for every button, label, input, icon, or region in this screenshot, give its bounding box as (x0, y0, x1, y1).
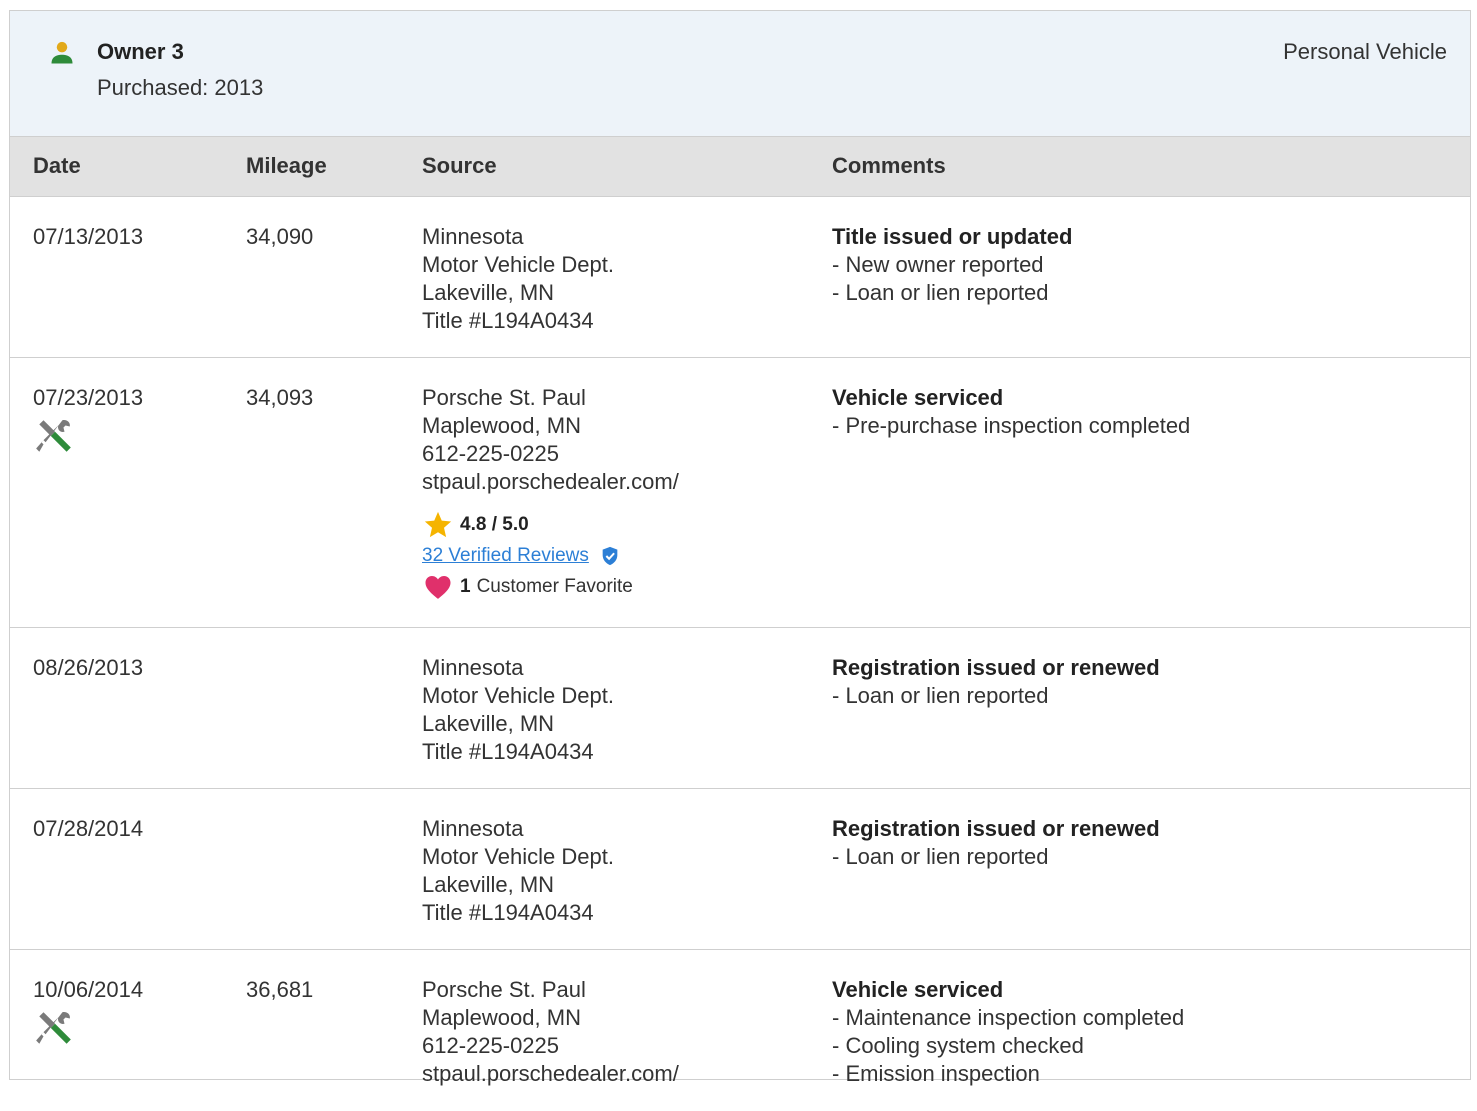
column-header-comments: Comments (832, 153, 946, 178)
owner-header: Owner 3 Purchased: 2013 Personal Vehicle (10, 11, 1470, 137)
table-row: 10/06/2014 36,681 Porsche St. Paul Maple… (10, 950, 1470, 1111)
source-line: Minnesota (422, 655, 524, 680)
rating-value: 4.8 / 5.0 (460, 514, 529, 535)
source-line: stpaul.porschedealer.com/ (422, 469, 679, 494)
source-line: stpaul.porschedealer.com/ (422, 1061, 679, 1086)
column-header-date: Date (33, 153, 81, 178)
comment-line: - Maintenance inspection completed (832, 1005, 1185, 1030)
table-row: 08/26/2013 Minnesota Motor Vehicle Dept.… (10, 628, 1470, 789)
source-line: Lakeville, MN (422, 711, 555, 736)
vehicle-use-type: Personal Vehicle (1283, 39, 1447, 64)
source-line: Title #L194A0434 (422, 900, 594, 925)
service-wrench-icon (36, 1011, 71, 1044)
table-row: 07/13/2013 34,090 Minnesota Motor Vehicl… (10, 197, 1470, 358)
row-mileage: 36,681 (246, 977, 314, 1002)
row-date: 10/06/2014 (33, 977, 144, 1002)
source-line: Maplewood, MN (422, 1005, 581, 1030)
source-line: Title #L194A0434 (422, 739, 594, 764)
table-row: 07/28/2014 Minnesota Motor Vehicle Dept.… (10, 789, 1470, 950)
row-date-cell: 07/23/2013 (33, 384, 143, 458)
row-date: 07/23/2013 (33, 385, 144, 410)
row-comments: Vehicle serviced - Pre-purchase inspecti… (832, 384, 1190, 440)
dealer-rating: 4.8 / 5.0 (422, 510, 679, 540)
row-mileage: 34,090 (246, 224, 314, 249)
row-comments: Registration issued or renewed - Loan or… (832, 654, 1160, 710)
table-row: 07/23/2013 34,093 Porsche St. Paul Maple… (10, 358, 1470, 628)
row-source: Minnesota Motor Vehicle Dept. Lakeville,… (422, 654, 614, 766)
owner-purchased-year: Purchased: 2013 (97, 75, 264, 100)
column-header-source: Source (422, 153, 497, 178)
comment-line: - Emission inspection (832, 1061, 1040, 1086)
row-date-cell: 10/06/2014 (33, 976, 143, 1050)
row-comments: Vehicle serviced - Maintenance inspectio… (832, 976, 1184, 1088)
source-line: Title #L194A0434 (422, 308, 594, 333)
comment-line: - Loan or lien reported (832, 683, 1049, 708)
column-header-mileage: Mileage (246, 153, 327, 178)
verified-shield-icon (602, 546, 618, 566)
comment-line: - Loan or lien reported (832, 280, 1049, 305)
verified-reviews-link[interactable]: 32 Verified Reviews (422, 542, 589, 570)
row-source: Minnesota Motor Vehicle Dept. Lakeville,… (422, 223, 614, 335)
comment-title: Registration issued or renewed (832, 655, 1160, 680)
favorite-count: 1 (460, 576, 471, 597)
comment-title: Title issued or updated (832, 224, 1073, 249)
source-line: Minnesota (422, 816, 524, 841)
comment-line: - New owner reported (832, 252, 1044, 277)
row-source: Minnesota Motor Vehicle Dept. Lakeville,… (422, 815, 614, 927)
source-line: Motor Vehicle Dept. (422, 683, 614, 708)
owner-title: Owner 3 (97, 39, 184, 64)
source-line: Porsche St. Paul (422, 977, 586, 1002)
table-header: Date Mileage Source Comments (10, 137, 1470, 197)
row-source: Porsche St. Paul Maplewood, MN 612-225-0… (422, 384, 679, 602)
row-mileage: 34,093 (246, 385, 314, 410)
reviews-row: 32 Verified Reviews (422, 542, 679, 570)
comment-title: Vehicle serviced (832, 977, 1004, 1002)
service-wrench-icon (36, 419, 71, 452)
comment-line: - Loan or lien reported (832, 844, 1049, 869)
row-date: 07/13/2013 (33, 224, 144, 249)
source-line: Lakeville, MN (422, 872, 555, 897)
source-line: Motor Vehicle Dept. (422, 252, 614, 277)
row-date: 07/28/2014 (33, 816, 144, 841)
row-date: 08/26/2013 (33, 655, 144, 680)
source-line: Motor Vehicle Dept. (422, 844, 614, 869)
row-comments: Registration issued or renewed - Loan or… (832, 815, 1160, 871)
source-line: Porsche St. Paul (422, 385, 586, 410)
source-line: Minnesota (422, 224, 524, 249)
source-line: Lakeville, MN (422, 280, 555, 305)
row-source: Porsche St. Paul Maplewood, MN 612-225-0… (422, 976, 679, 1088)
comment-title: Vehicle serviced (832, 385, 1004, 410)
favorite-label: Customer Favorite (476, 576, 633, 597)
customer-favorite: 1 Customer Favorite (422, 572, 679, 602)
heart-icon (425, 576, 451, 599)
source-line: 612-225-0225 (422, 1033, 560, 1058)
star-icon (424, 511, 452, 538)
comment-line: - Cooling system checked (832, 1033, 1084, 1058)
comment-line: - Pre-purchase inspection completed (832, 413, 1191, 438)
source-line: Maplewood, MN (422, 413, 581, 438)
comment-title: Registration issued or renewed (832, 816, 1160, 841)
row-comments: Title issued or updated - New owner repo… (832, 223, 1072, 307)
source-line: 612-225-0225 (422, 441, 560, 466)
person-icon (51, 41, 73, 64)
owner-history-card: Owner 3 Purchased: 2013 Personal Vehicle… (9, 10, 1471, 1086)
